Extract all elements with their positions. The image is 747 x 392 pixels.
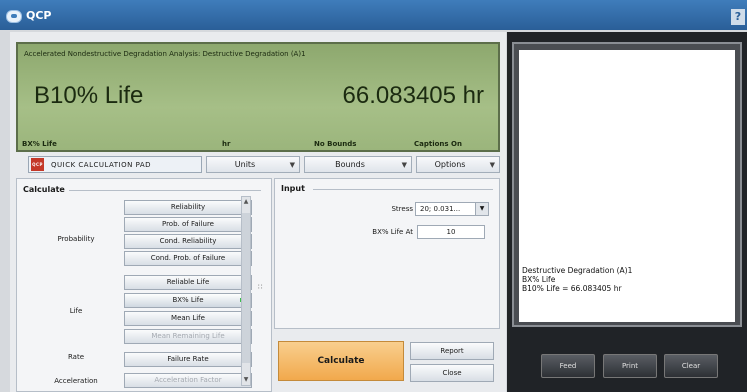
calculate-button[interactable]: Calculate (278, 341, 404, 381)
category-acceleration: Acceleration (54, 377, 98, 385)
chevron-down-icon: ▼ (401, 161, 407, 169)
calculate-panel: Calculate Probability Life Rate Accelera… (16, 178, 272, 392)
reliable-life-button[interactable]: Reliable Life (124, 275, 252, 290)
stress-value: 20; 0.031... (420, 205, 461, 213)
chevron-down-icon: ▼ (289, 161, 295, 169)
scroll-up-icon[interactable]: ▲ (242, 197, 250, 207)
cond-prob-of-failure-button[interactable]: Cond. Prob. of Failure (124, 251, 252, 266)
category-probability: Probability (57, 235, 95, 243)
prob-of-failure-button[interactable]: Prob. of Failure (124, 217, 252, 232)
qcp-app-icon (6, 10, 22, 23)
result-value: 66.083405 hr (342, 82, 484, 109)
bx-life-label: BX% Life (172, 296, 204, 304)
input-header: Input (281, 184, 305, 193)
calculate-scrollbar[interactable]: ▲ ▼ (241, 196, 251, 386)
quick-calculation-pad-button[interactable]: QCP Quick Calculation Pad (28, 156, 202, 173)
options-label: Options (434, 160, 466, 169)
window-title: QCP (26, 9, 52, 22)
mean-remaining-life-button[interactable]: Mean Remaining Life (124, 329, 252, 344)
input-panel: Input Stress 20; 0.031... ▼ BX% Life At … (274, 178, 500, 329)
scroll-thumb[interactable] (242, 213, 250, 363)
report-button[interactable]: Report (410, 342, 494, 360)
divider (313, 189, 493, 190)
help-button[interactable]: ? (731, 9, 745, 25)
bx-life-at-label: BX% Life At (372, 228, 413, 236)
quick-calculation-pad-label: Quick Calculation Pad (51, 161, 152, 169)
mean-life-button[interactable]: Mean Life (124, 311, 252, 326)
units-dropdown[interactable]: Units ▼ (206, 156, 300, 173)
stress-label: Stress (391, 205, 413, 213)
category-rate: Rate (67, 353, 85, 361)
display-footer-bounds: No Bounds (314, 140, 357, 148)
output-text: Destructive Degradation (A)1 BX% Life B1… (522, 266, 633, 293)
clear-button[interactable]: Clear (664, 354, 718, 378)
stress-select[interactable]: 20; 0.031... (415, 202, 479, 216)
display-subtitle: Accelerated Nondestructive Degradation A… (24, 50, 306, 58)
acceleration-factor-button[interactable]: Acceleration Factor (124, 373, 252, 388)
divider (69, 190, 261, 191)
bounds-dropdown[interactable]: Bounds ▼ (304, 156, 412, 173)
feed-button[interactable]: Feed (541, 354, 595, 378)
result-label: B10% Life (34, 82, 144, 109)
toolbar: QCP Quick Calculation Pad Units ▼ Bounds… (28, 156, 500, 174)
chevron-down-icon[interactable]: ▼ (475, 202, 489, 216)
display-footer-units: hr (222, 140, 231, 148)
scroll-down-icon[interactable]: ▼ (242, 375, 250, 385)
result-display: Accelerated Nondestructive Degradation A… (16, 42, 500, 152)
close-button[interactable]: Close (410, 364, 494, 382)
display-footer-metric: BX% Life (22, 140, 57, 148)
display-footer-captions: Captions On (414, 140, 462, 148)
qcp-icon: QCP (31, 158, 44, 171)
calculate-header: Calculate (23, 185, 65, 194)
reliability-button[interactable]: Reliability (124, 200, 252, 215)
bx-life-at-field[interactable]: 10 (417, 225, 485, 239)
print-button[interactable]: Print (603, 354, 657, 378)
failure-rate-button[interactable]: Failure Rate (124, 352, 252, 367)
units-label: Units (234, 160, 256, 169)
bounds-label: Bounds (335, 160, 365, 169)
title-bar: QCP ? (0, 0, 747, 30)
options-dropdown[interactable]: Options ▼ (416, 156, 500, 173)
chevron-down-icon: ▼ (489, 161, 495, 169)
cond-reliability-button[interactable]: Cond. Reliability (124, 234, 252, 249)
category-life: Life (69, 307, 83, 315)
splitter-grip-icon[interactable]: ∷ (258, 283, 262, 291)
bx-life-button[interactable]: BX% Life (124, 293, 252, 308)
